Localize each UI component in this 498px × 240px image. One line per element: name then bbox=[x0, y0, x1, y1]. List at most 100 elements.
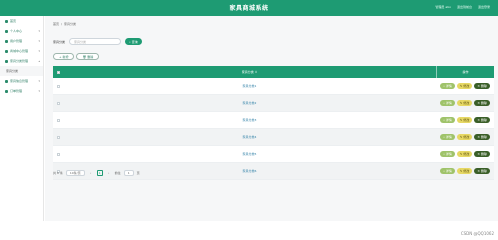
goto-label: 前往 bbox=[114, 171, 121, 175]
row-ops: • 详情 ✎ 修改 ✕ 删除 bbox=[436, 151, 494, 157]
header-name[interactable]: 家具分类 ↕ bbox=[63, 70, 436, 74]
row-name: 家具分类1 bbox=[242, 84, 257, 88]
logout-link[interactable]: 退出登录 bbox=[478, 5, 490, 9]
action-row: + 新增 🗑 删除 bbox=[53, 53, 100, 60]
detail-label: 详情 bbox=[445, 84, 452, 88]
edit-button[interactable]: ✎ 修改 bbox=[456, 151, 473, 157]
trash-icon: ✕ bbox=[477, 118, 480, 122]
row-ops: • 详情 ✎ 修改 ✕ 删除 bbox=[436, 100, 494, 106]
sidebar-item-label: 家具分类 bbox=[6, 69, 19, 73]
pagination: 共 6 条 10条/页 ‹ 1 › 前往 1 页 bbox=[53, 170, 140, 176]
sidebar-item-profile[interactable]: 个人中心 ▾ bbox=[0, 26, 43, 36]
breadcrumb-home[interactable]: 首页 bbox=[53, 22, 59, 26]
chevron-down-icon: ▾ bbox=[38, 79, 40, 83]
order-icon bbox=[5, 89, 8, 93]
delete-row-button[interactable]: ✕ 删除 bbox=[474, 83, 490, 89]
sidebar-item-mall[interactable]: 商城中心管理 ▾ bbox=[0, 46, 43, 56]
delete-label: 删除 bbox=[480, 101, 487, 105]
exit-to-front-link[interactable]: 退出到前台 bbox=[457, 5, 472, 9]
delete-button-label: 删除 bbox=[87, 54, 94, 59]
breadcrumb-current: 家具分类 bbox=[64, 22, 77, 26]
detail-button[interactable]: • 详情 bbox=[440, 168, 455, 174]
row-ops: • 详情 ✎ 修改 ✕ 删除 bbox=[436, 168, 494, 174]
delete-row-button[interactable]: ✕ 删除 bbox=[474, 117, 490, 123]
add-button[interactable]: + 新增 bbox=[53, 53, 75, 60]
detail-button[interactable]: • 详情 bbox=[440, 134, 455, 140]
trash-icon: 🗑 bbox=[82, 54, 87, 59]
prev-page-button[interactable]: ‹ bbox=[88, 170, 94, 176]
delete-row-button[interactable]: ✕ 删除 bbox=[474, 134, 490, 140]
row-checkbox[interactable] bbox=[56, 84, 60, 88]
delete-row-button[interactable]: ✕ 删除 bbox=[474, 168, 490, 174]
next-page-button[interactable]: › bbox=[106, 170, 112, 176]
detail-button[interactable]: • 详情 bbox=[440, 117, 455, 123]
edit-label: 修改 bbox=[463, 118, 470, 122]
edit-button[interactable]: ✎ 修改 bbox=[456, 168, 473, 174]
edit-button[interactable]: ✎ 修改 bbox=[456, 100, 473, 106]
page-number[interactable]: 1 bbox=[96, 170, 103, 176]
breadcrumb-separator: / bbox=[61, 22, 63, 26]
users-icon bbox=[5, 39, 8, 43]
page-size-select[interactable]: 10条/页 bbox=[65, 170, 85, 176]
row-ops: • 详情 ✎ 修改 ✕ 删除 bbox=[436, 83, 494, 89]
chevron-down-icon: ▾ bbox=[38, 89, 40, 93]
sidebar-item-furniture[interactable]: 家具信息管理 ▾ bbox=[0, 76, 43, 86]
trash-icon: ✕ bbox=[477, 152, 480, 156]
delete-row-button[interactable]: ✕ 删除 bbox=[474, 151, 490, 157]
row-name: 家具分类3 bbox=[242, 118, 257, 122]
search-label: 家具分类 bbox=[53, 39, 66, 44]
eye-icon: • bbox=[443, 152, 445, 156]
sidebar-subitem-category[interactable]: 家具分类 bbox=[0, 66, 43, 76]
add-button-label: + 新增 bbox=[59, 54, 69, 59]
edit-label: 修改 bbox=[463, 135, 470, 139]
detail-button[interactable]: • 详情 bbox=[440, 151, 455, 157]
search-icon: ⌕ bbox=[129, 39, 131, 44]
sidebar-item-label: 个人中心 bbox=[10, 29, 23, 33]
main-content: 首页 / 家具分类 家具分类 家具分类 ⌕ 查询 + 新增 🗑 删除 家具分类 ↕… bbox=[45, 16, 498, 221]
sidebar-item-label: 家具分类管理 bbox=[10, 59, 29, 63]
shop-icon bbox=[5, 49, 8, 53]
sidebar-item-category-mgmt[interactable]: 家具分类管理 ▴ bbox=[0, 56, 43, 66]
watermark: CSDN @QQ1062 bbox=[460, 231, 494, 236]
sidebar-item-label: 商城中心管理 bbox=[10, 49, 29, 53]
detail-label: 详情 bbox=[445, 101, 452, 105]
row-ops: • 详情 ✎ 修改 ✕ 删除 bbox=[436, 117, 494, 123]
row-name: 家具分类2 bbox=[242, 101, 257, 105]
sidebar-item-label: 家具信息管理 bbox=[10, 79, 29, 83]
table-row: 家具分类5 • 详情 ✎ 修改 ✕ 删除 bbox=[53, 146, 494, 163]
edit-button[interactable]: ✎ 修改 bbox=[456, 117, 473, 123]
search-row: 家具分类 家具分类 ⌕ 查询 bbox=[53, 38, 142, 45]
delete-button[interactable]: 🗑 删除 bbox=[76, 53, 100, 60]
goto-input[interactable]: 1 bbox=[123, 170, 134, 176]
edit-icon: ✎ bbox=[459, 135, 463, 139]
sidebar-item-label: 用户管理 bbox=[10, 39, 23, 43]
delete-label: 删除 bbox=[480, 169, 487, 173]
table-row: 家具分类1 • 详情 ✎ 修改 ✕ 删除 bbox=[53, 78, 494, 95]
row-checkbox[interactable] bbox=[56, 118, 60, 122]
sidebar-item-users[interactable]: 用户管理 ▾ bbox=[0, 36, 43, 46]
edit-button[interactable]: ✎ 修改 bbox=[456, 83, 473, 89]
search-input[interactable]: 家具分类 bbox=[69, 38, 122, 45]
detail-button[interactable]: • 详情 bbox=[440, 100, 455, 106]
edit-icon: ✎ bbox=[459, 101, 463, 105]
edit-icon: ✎ bbox=[459, 118, 463, 122]
row-checkbox[interactable] bbox=[56, 135, 60, 139]
row-name: 家具分类4 bbox=[242, 135, 257, 139]
delete-label: 删除 bbox=[480, 135, 487, 139]
table-header: 家具分类 ↕ 操作 bbox=[53, 66, 494, 78]
admin-user-link[interactable]: 管理员 abo bbox=[435, 5, 451, 9]
sidebar-item-orders[interactable]: 订单管理 ▾ bbox=[0, 86, 43, 96]
home-icon bbox=[5, 19, 8, 23]
edit-button[interactable]: ✎ 修改 bbox=[456, 134, 473, 140]
row-checkbox[interactable] bbox=[56, 101, 60, 105]
select-all-checkbox[interactable] bbox=[56, 70, 60, 74]
detail-button[interactable]: • 详情 bbox=[440, 83, 455, 89]
sidebar-item-home[interactable]: 首页 bbox=[0, 16, 43, 26]
edit-label: 修改 bbox=[463, 84, 470, 88]
trash-icon: ✕ bbox=[477, 135, 480, 139]
search-button[interactable]: ⌕ 查询 bbox=[125, 38, 142, 45]
delete-label: 删除 bbox=[480, 118, 487, 122]
chevron-down-icon: ▾ bbox=[38, 49, 40, 53]
delete-row-button[interactable]: ✕ 删除 bbox=[474, 100, 490, 106]
row-checkbox[interactable] bbox=[56, 152, 60, 156]
